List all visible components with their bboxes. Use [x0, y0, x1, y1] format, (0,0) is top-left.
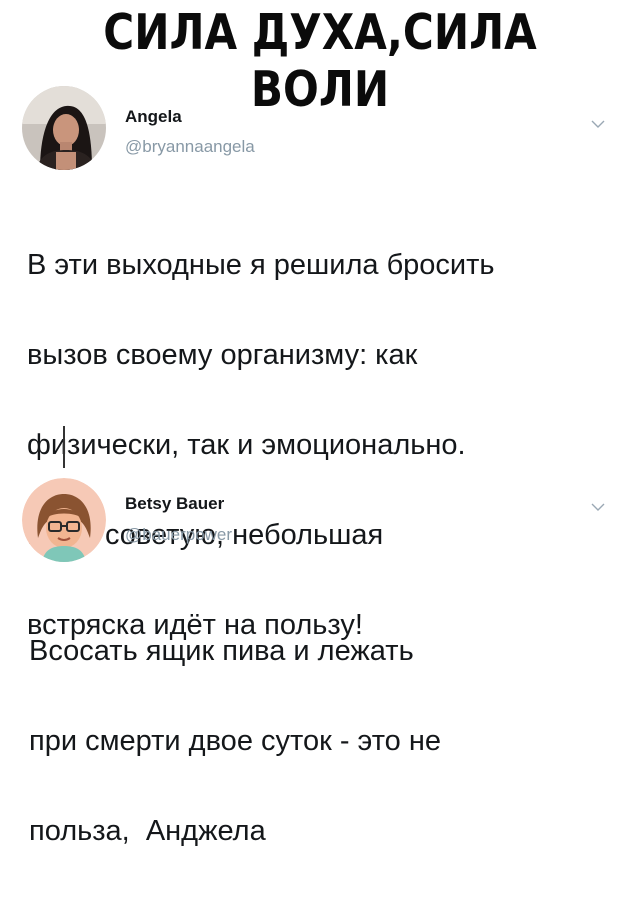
tweet1-line: В эти выходные я решила бросить: [27, 249, 495, 281]
tweet2-line: польза, Анджела: [29, 815, 266, 847]
chevron-down-icon[interactable]: [591, 503, 605, 512]
tweet2-line: Всосать ящик пива и лежать: [29, 635, 414, 667]
tweet2-text: Всосать ящик пива и лежать при смерти дв…: [29, 584, 441, 899]
tweet1-author-handle[interactable]: @bryannaangela: [125, 137, 255, 157]
tweet2-line: при смерти двое суток - это не: [29, 725, 441, 757]
thread-connector-line: [63, 426, 65, 468]
meme-title: СИЛА ДУХА,СИЛА ВОЛИ: [103, 4, 537, 118]
tweet2-author-handle[interactable]: @bauerpower: [125, 525, 232, 545]
tweet1-line: вызов своему организму: как: [27, 339, 418, 371]
chevron-down-icon[interactable]: [591, 120, 605, 129]
tweet1-line: физически, так и эмоционально.: [27, 429, 466, 461]
avatar-angela[interactable]: [22, 86, 106, 170]
tweet1-author-name[interactable]: Angela: [125, 107, 182, 127]
tweet2-author-name[interactable]: Betsy Bauer: [125, 494, 224, 514]
avatar-betsy[interactable]: [22, 478, 106, 562]
